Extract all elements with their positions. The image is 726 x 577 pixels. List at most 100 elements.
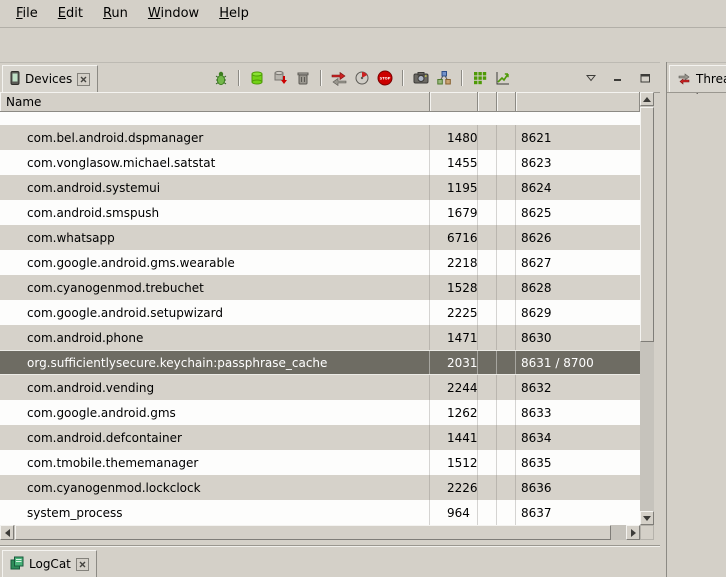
table-row[interactable]: com.google.android.gms.wearable221858627: [0, 250, 640, 275]
table-row[interactable]: com.tmobile.thememanager15128635: [0, 450, 640, 475]
process-port: 8625: [516, 200, 640, 225]
process-port: 8621: [516, 125, 640, 150]
svg-text:STOP: STOP: [380, 76, 391, 80]
process-cell-blank: [478, 500, 497, 525]
method-profiling-icon[interactable]: [353, 69, 371, 87]
tab-logcat[interactable]: LogCat: [2, 550, 97, 577]
process-cell-blank: [478, 150, 497, 175]
arrow-up-icon: [643, 97, 651, 102]
vertical-scroll-thumb[interactable]: [640, 107, 654, 342]
maximize-icon[interactable]: [636, 69, 654, 87]
column-header-port[interactable]: [516, 92, 640, 111]
process-cell-blank: [497, 300, 516, 325]
process-port: 8630: [516, 325, 640, 350]
process-cell-blank: [497, 425, 516, 450]
close-icon[interactable]: [76, 558, 89, 571]
logcat-icon: [10, 556, 24, 573]
horizontal-scrollbar[interactable]: [0, 525, 640, 540]
table-row[interactable]: com.google.android.setupwizard222508629: [0, 300, 640, 325]
process-pid: 14553: [430, 150, 478, 175]
menu-window[interactable]: Window: [138, 2, 209, 25]
threads-tabbar: Threads: [667, 62, 726, 93]
devices-panel: Devices: [0, 62, 660, 540]
view-menu-icon[interactable]: [582, 69, 600, 87]
main-toolbar: [0, 28, 726, 63]
process-name: com.cyanogenmod.lockclock: [0, 475, 430, 500]
process-pid: 12623: [430, 400, 478, 425]
process-cell-blank: [497, 450, 516, 475]
table-row[interactable]: com.android.phone14718630: [0, 325, 640, 350]
column-header-blank[interactable]: [497, 92, 516, 111]
process-pid: 1528: [430, 275, 478, 300]
tab-devices[interactable]: Devices: [2, 65, 98, 92]
process-pid: 1480: [430, 125, 478, 150]
table-row[interactable]: com.google.android.gms126238633: [0, 400, 640, 425]
screen-capture-icon[interactable]: [412, 69, 430, 87]
arrow-down-icon: [643, 516, 651, 521]
close-icon[interactable]: [77, 73, 90, 86]
process-port: 8626: [516, 225, 640, 250]
process-name: com.android.phone: [0, 325, 430, 350]
menu-help[interactable]: Help: [209, 2, 259, 25]
update-threads-icon[interactable]: [330, 69, 348, 87]
table-row-partial: [0, 112, 640, 125]
process-pid: 1679: [430, 200, 478, 225]
scroll-left-button[interactable]: [0, 525, 14, 540]
menu-run[interactable]: Run: [93, 2, 138, 25]
table-row[interactable]: com.whatsapp67168626: [0, 225, 640, 250]
process-cell-blank: [497, 125, 516, 150]
ddms-window: FileEditRunWindowHelp Devices: [0, 0, 726, 577]
process-port: 8631 / 8700: [516, 351, 640, 374]
debug-icon[interactable]: [212, 69, 230, 87]
process-cell-blank: [478, 275, 497, 300]
table-row[interactable]: com.android.smspush16798625: [0, 200, 640, 225]
scroll-down-button[interactable]: [640, 511, 654, 525]
process-cell-blank: [478, 250, 497, 275]
process-cell-blank: [497, 275, 516, 300]
minimize-icon[interactable]: [609, 69, 627, 87]
column-header-blank[interactable]: [478, 92, 497, 111]
vertical-scrollbar[interactable]: [640, 92, 654, 525]
dump-hprof-icon[interactable]: [271, 69, 289, 87]
process-cell-blank: [497, 351, 516, 374]
toolbar-separator: [238, 70, 240, 86]
process-pid: 22185: [430, 250, 478, 275]
table-row[interactable]: com.vonglasow.michael.satstat145538623: [0, 150, 640, 175]
process-cell-blank: [497, 475, 516, 500]
process-pid: 964: [430, 500, 478, 525]
table-row[interactable]: org.sufficientlysecure.keychain:passphra…: [0, 350, 640, 375]
process-port: 8624: [516, 175, 640, 200]
scroll-up-button[interactable]: [640, 92, 654, 106]
process-cell-blank: [478, 125, 497, 150]
update-heap-icon[interactable]: [248, 69, 266, 87]
table-row[interactable]: com.android.defcontainer144118634: [0, 425, 640, 450]
menu-edit[interactable]: Edit: [48, 2, 93, 25]
table-row[interactable]: com.android.vending224408632: [0, 375, 640, 400]
table-row[interactable]: com.android.systemui11958624: [0, 175, 640, 200]
toolbar-separator: [320, 70, 322, 86]
logcat-panel: LogCat: [0, 545, 660, 577]
menu-file[interactable]: File: [6, 2, 48, 25]
scroll-right-button[interactable]: [626, 525, 640, 540]
table-row[interactable]: com.bel.android.dspmanager1480 8621: [0, 125, 640, 150]
table-row[interactable]: com.cyanogenmod.trebuchet15288628: [0, 275, 640, 300]
column-header-pid[interactable]: [430, 92, 478, 111]
process-port: 8623: [516, 150, 640, 175]
process-name: com.bel.android.dspmanager: [0, 125, 430, 150]
view-hierarchy-icon[interactable]: [435, 69, 453, 87]
tab-threads[interactable]: Threads: [669, 65, 726, 92]
process-cell-blank: [497, 400, 516, 425]
stop-process-icon[interactable]: STOP: [376, 69, 394, 87]
cause-gc-icon[interactable]: [294, 69, 312, 87]
process-cell-blank: [478, 225, 497, 250]
column-header-name[interactable]: Name: [0, 92, 430, 111]
allocation-tracker-icon[interactable]: [494, 69, 512, 87]
process-port: 8627: [516, 250, 640, 275]
native-heap-icon[interactable]: [471, 69, 489, 87]
process-pid: 22265: [430, 475, 478, 500]
process-port: 8635: [516, 450, 640, 475]
table-row[interactable]: system_process9648637: [0, 500, 640, 525]
horizontal-scroll-thumb[interactable]: [15, 525, 611, 540]
table-row[interactable]: com.cyanogenmod.lockclock222658636: [0, 475, 640, 500]
process-cell-blank: [478, 300, 497, 325]
